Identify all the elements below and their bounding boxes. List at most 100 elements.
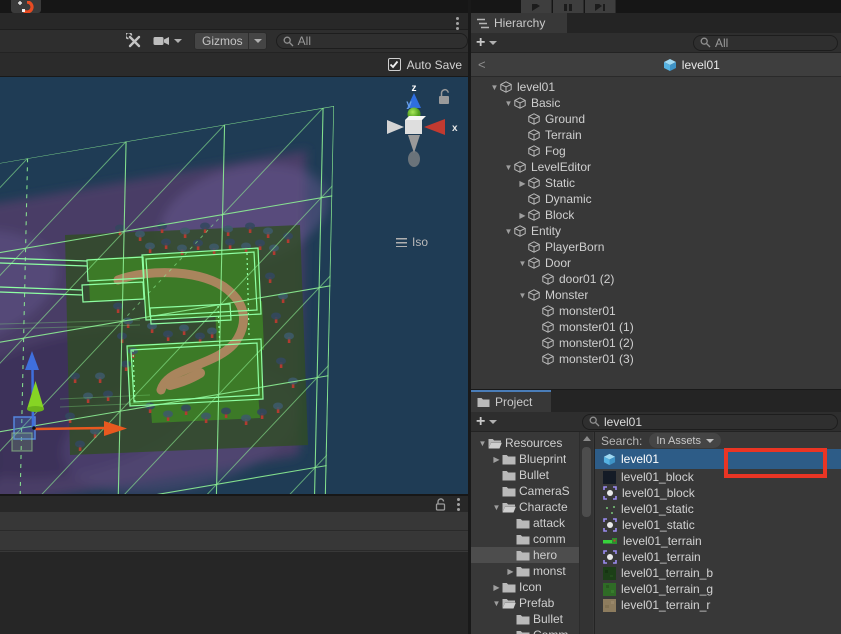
hierarchy-toolbar: + All: [471, 33, 841, 53]
item-label: attack: [530, 516, 565, 530]
scene-search-field[interactable]: All: [276, 33, 468, 49]
pause-button[interactable]: [553, 0, 584, 13]
expand-arrow-icon[interactable]: ▼: [489, 83, 500, 92]
project-folder-bullet[interactable]: Bullet: [471, 611, 579, 627]
breadcrumb-back-chevron[interactable]: <: [478, 57, 486, 72]
expand-arrow-icon[interactable]: ▼: [503, 227, 514, 236]
hierarchy-item-terrain[interactable]: Terrain: [471, 127, 841, 143]
project-folder-comm[interactable]: Comm: [471, 627, 579, 634]
project-folder-resources[interactable]: ▼Resources: [471, 435, 579, 451]
tab-hierarchy[interactable]: Hierarchy: [471, 13, 567, 33]
project-folder-comm[interactable]: comm: [471, 531, 579, 547]
item-label: Entity: [528, 224, 561, 238]
auto-save-checkbox[interactable]: [388, 58, 401, 71]
tab-project[interactable]: Project: [471, 390, 551, 412]
expand-arrow-icon[interactable]: ▼: [503, 99, 514, 108]
bottom-panel-row[interactable]: [0, 512, 468, 531]
step-button[interactable]: [585, 0, 616, 13]
hierarchy-item-fog[interactable]: Fog: [471, 143, 841, 159]
expand-arrow-icon[interactable]: ▼: [517, 259, 528, 268]
hierarchy-item-monster[interactable]: ▼Monster: [471, 287, 841, 303]
project-result-level01-static[interactable]: level01_static: [595, 517, 841, 533]
expand-arrow-icon[interactable]: ▼: [477, 439, 488, 448]
project-folder-characte[interactable]: ▼Characte: [471, 499, 579, 515]
project-result-level01-block[interactable]: level01_block: [595, 469, 841, 485]
project-add-button[interactable]: +: [476, 417, 485, 427]
project-result-level01-terrain-g[interactable]: level01_terrain_g: [595, 581, 841, 597]
project-result-level01[interactable]: level01: [595, 449, 841, 469]
project-result-level01-terrain-b[interactable]: level01_terrain_b: [595, 565, 841, 581]
hierarchy-item-leveleditor[interactable]: ▼LevelEditor: [471, 159, 841, 175]
project-folder-cameras[interactable]: CameraS: [471, 483, 579, 499]
hierarchy-item-door01-2[interactable]: door01 (2): [471, 271, 841, 287]
hierarchy-item-level01[interactable]: ▼level01: [471, 79, 841, 95]
expand-arrow-icon[interactable]: ▼: [517, 291, 528, 300]
project-search-field[interactable]: level01: [582, 414, 838, 430]
folder-open-icon: [502, 502, 516, 513]
scene-menu-kebab-icon[interactable]: [456, 17, 459, 30]
hierarchy-item-dynamic[interactable]: Dynamic: [471, 191, 841, 207]
expand-arrow-icon[interactable]: ▶: [517, 211, 528, 220]
project-tree-scrollbar[interactable]: [579, 432, 593, 634]
project-folder-hero[interactable]: hero: [471, 547, 579, 563]
bottom-unlock-icon[interactable]: [434, 498, 447, 511]
hierarchy-item-basic[interactable]: ▼Basic: [471, 95, 841, 111]
hierarchy-item-monster01[interactable]: monster01: [471, 303, 841, 319]
projection-mode[interactable]: Iso: [396, 235, 428, 249]
expand-arrow-icon[interactable]: ▼: [491, 503, 502, 512]
breadcrumb[interactable]: level01: [663, 58, 720, 72]
gameobject-cube-icon: [528, 209, 542, 221]
expand-arrow-icon[interactable]: ▶: [505, 567, 516, 576]
gizmos-caret-icon: [254, 39, 262, 43]
hierarchy-item-block[interactable]: ▶Block: [471, 207, 841, 223]
hierarchy-item-door[interactable]: ▼Door: [471, 255, 841, 271]
hierarchy-item-playerborn[interactable]: PlayerBorn: [471, 239, 841, 255]
project-folder-blueprint[interactable]: ▶Blueprint: [471, 451, 579, 467]
expand-arrow-icon[interactable]: ▼: [491, 599, 502, 608]
expand-arrow-icon[interactable]: ▶: [491, 455, 502, 464]
gizmo-green-cube: [12, 433, 32, 451]
project-folder-icon[interactable]: ▶Icon: [471, 579, 579, 595]
project-folder-attack[interactable]: attack: [471, 515, 579, 531]
project-result-level01-terrain-r[interactable]: level01_terrain_r: [595, 597, 841, 613]
hierarchy-item-ground[interactable]: Ground: [471, 111, 841, 127]
gameobject-cube-icon: [528, 257, 542, 269]
gizmos-dropdown[interactable]: Gizmos: [194, 32, 267, 50]
unity-editor-window: Gizmos All Auto Save: [0, 0, 841, 634]
project-folder-monst[interactable]: ▶monst: [471, 563, 579, 579]
hierarchy-item-monster01-1[interactable]: monster01 (1): [471, 319, 841, 335]
hierarchy-item-monster01-3[interactable]: monster01 (3): [471, 351, 841, 367]
expand-arrow-icon[interactable]: ▼: [503, 163, 514, 172]
results-scope-dropdown[interactable]: In Assets: [649, 433, 721, 448]
bottom-panel-row[interactable]: [0, 532, 468, 551]
camera-view-button[interactable]: [153, 35, 182, 47]
project-result-level01-static[interactable]: level01_static: [595, 501, 841, 517]
hierarchy-item-entity[interactable]: ▼ Entity: [471, 223, 841, 239]
project-result-level01-block[interactable]: level01_block: [595, 485, 841, 501]
hierarchy-tab-label: Hierarchy: [494, 16, 545, 30]
item-label: Bullet: [530, 612, 563, 626]
project-result-level01-terrain[interactable]: level01_terrain: [595, 549, 841, 565]
sprite-frame-icon: [603, 486, 617, 500]
bottom-menu-kebab-icon[interactable]: [457, 498, 460, 511]
collab-red-button[interactable]: [11, 0, 41, 13]
expand-arrow-icon[interactable]: ▶: [517, 179, 528, 188]
hierarchy-item-monster01-2[interactable]: monster01 (2): [471, 335, 841, 351]
item-label: monster01 (1): [556, 320, 634, 334]
scroll-up-icon[interactable]: [583, 436, 591, 441]
gameobject-cube-icon: [542, 273, 556, 285]
hierarchy-add-button[interactable]: +: [476, 38, 485, 48]
hierarchy-search-field[interactable]: All: [693, 35, 838, 51]
scroll-thumb[interactable]: [582, 447, 591, 517]
scene-viewport[interactable]: z y x: [0, 77, 468, 494]
axis-z-label: z: [412, 83, 417, 94]
folder-icon: [516, 534, 530, 545]
play-button[interactable]: [521, 0, 552, 13]
tools-button[interactable]: [126, 33, 143, 50]
project-result-level01-terrain[interactable]: level01_terrain: [595, 533, 841, 549]
iso-burger-icon: [396, 238, 407, 247]
hierarchy-item-static[interactable]: ▶Static: [471, 175, 841, 191]
expand-arrow-icon[interactable]: ▶: [491, 583, 502, 592]
project-folder-bullet[interactable]: Bullet: [471, 467, 579, 483]
project-folder-prefab[interactable]: ▼Prefab: [471, 595, 579, 611]
